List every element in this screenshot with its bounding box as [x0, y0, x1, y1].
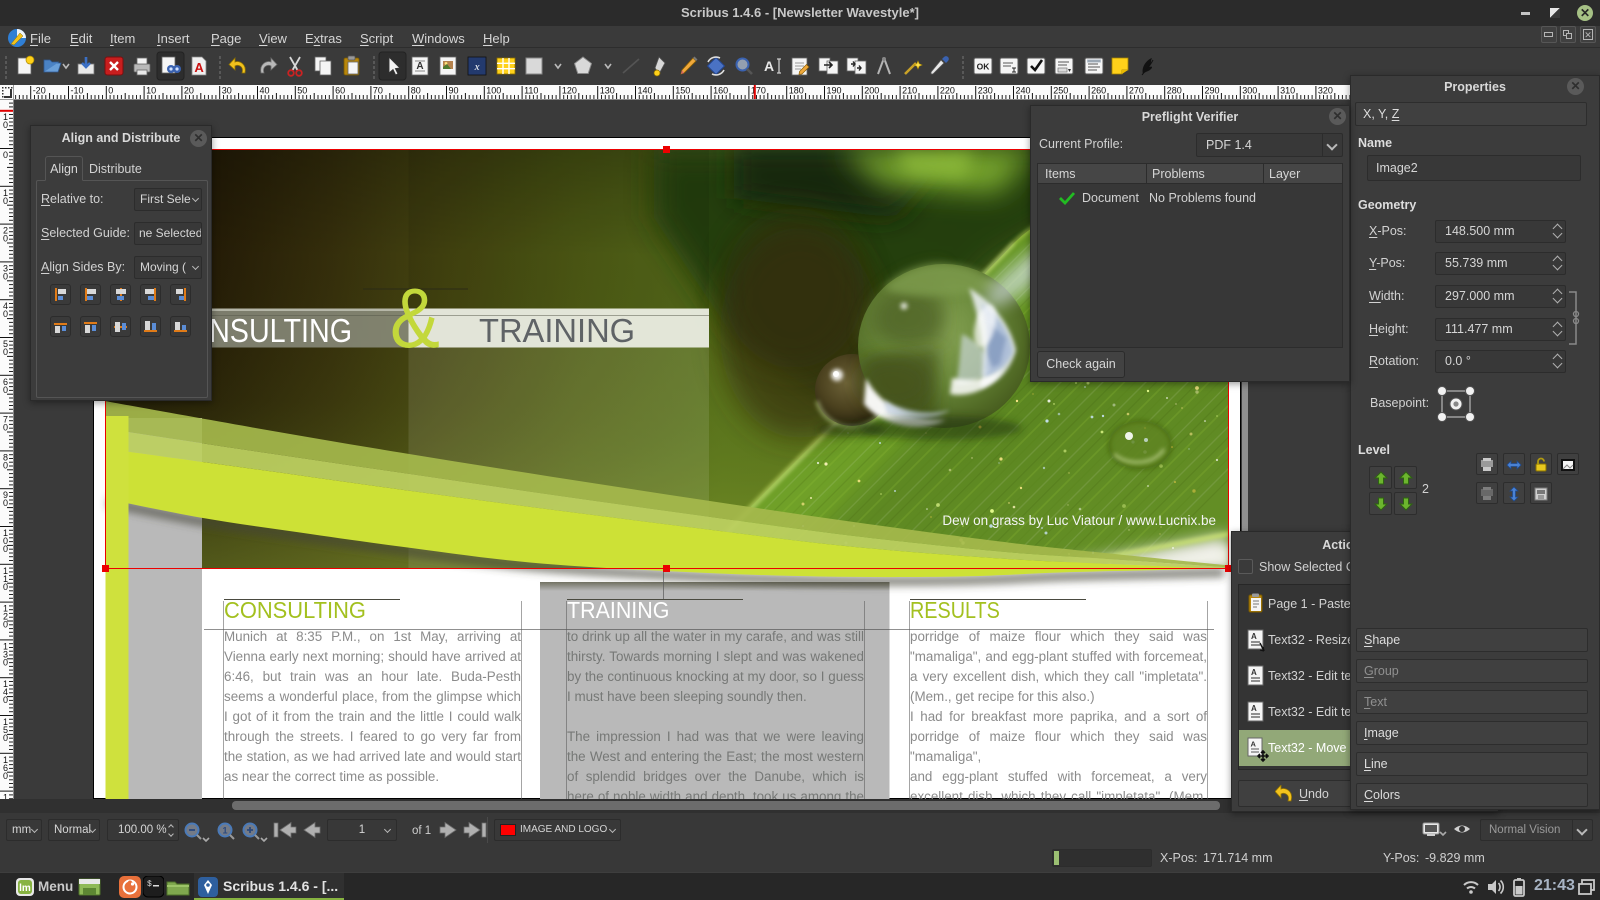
svg-text:A: A	[1251, 740, 1257, 749]
svg-text:0: 0	[3, 234, 8, 244]
svg-text:110: 110	[524, 86, 538, 96]
svg-text:170: 170	[751, 86, 766, 96]
svg-text:300: 300	[1242, 86, 1257, 96]
svg-text:140: 140	[638, 86, 653, 96]
svg-text:0: 0	[3, 695, 8, 705]
svg-text:0: 0	[3, 196, 8, 206]
svg-text:0: 0	[3, 733, 8, 743]
svg-text:0: 0	[3, 498, 8, 508]
svg-text:0: 0	[3, 657, 8, 667]
svg-text:310: 310	[1280, 86, 1295, 96]
svg-text:OK: OK	[977, 62, 991, 72]
svg-text:0: 0	[3, 620, 8, 630]
svg-text:10: 10	[146, 86, 156, 96]
svg-text:250: 250	[1053, 86, 1068, 96]
svg-text:A: A	[1251, 632, 1257, 641]
svg-text:180: 180	[789, 86, 804, 96]
svg-text:lm: lm	[19, 883, 31, 894]
svg-text:130: 130	[600, 86, 615, 96]
svg-text:0: 0	[3, 150, 8, 160]
svg-text:320: 320	[1318, 86, 1333, 96]
svg-text:230: 230	[978, 86, 993, 96]
svg-text:A: A	[194, 60, 204, 75]
svg-text:260: 260	[1091, 86, 1106, 96]
svg-text:A: A	[1251, 704, 1257, 713]
svg-text:40: 40	[260, 86, 270, 96]
svg-text:50: 50	[297, 86, 307, 96]
svg-text:30: 30	[222, 86, 232, 96]
svg-text:0: 0	[3, 309, 8, 319]
svg-text:120: 120	[562, 86, 577, 96]
svg-text:0: 0	[108, 86, 113, 96]
svg-text:190: 190	[827, 86, 842, 96]
svg-text:280: 280	[1167, 86, 1182, 96]
svg-text:20: 20	[184, 86, 194, 96]
svg-text:210: 210	[902, 86, 917, 96]
svg-text:0: 0	[3, 460, 8, 470]
svg-text:1: 1	[222, 826, 227, 836]
svg-text:0: 0	[3, 423, 8, 433]
svg-text:270: 270	[1129, 86, 1144, 96]
svg-text:A: A	[416, 61, 423, 72]
svg-text:A: A	[1251, 668, 1257, 677]
svg-text:-10: -10	[71, 86, 84, 96]
svg-text:290: 290	[1205, 86, 1220, 96]
svg-text:-20: -20	[33, 86, 46, 96]
svg-text:100: 100	[486, 86, 501, 96]
svg-text:150: 150	[675, 86, 690, 96]
svg-text:0: 0	[3, 544, 8, 554]
svg-text:80: 80	[411, 86, 421, 96]
svg-text:200: 200	[864, 86, 879, 96]
svg-text:0: 0	[3, 582, 8, 592]
svg-text:220: 220	[940, 86, 955, 96]
svg-text:90: 90	[449, 86, 459, 96]
svg-text:70: 70	[373, 86, 383, 96]
svg-text:0: 0	[3, 771, 8, 781]
svg-text:0: 0	[3, 385, 8, 395]
svg-text:60: 60	[335, 86, 345, 96]
svg-text:160: 160	[713, 86, 728, 96]
svg-text:240: 240	[1016, 86, 1031, 96]
svg-text:of 1: of 1	[412, 825, 431, 837]
svg-text:x: x	[474, 61, 480, 73]
svg-text:0: 0	[3, 271, 8, 281]
svg-text:A: A	[764, 58, 774, 74]
svg-text:0: 0	[3, 347, 8, 357]
svg-text:$: $	[147, 880, 152, 889]
svg-text:0: 0	[3, 120, 8, 130]
